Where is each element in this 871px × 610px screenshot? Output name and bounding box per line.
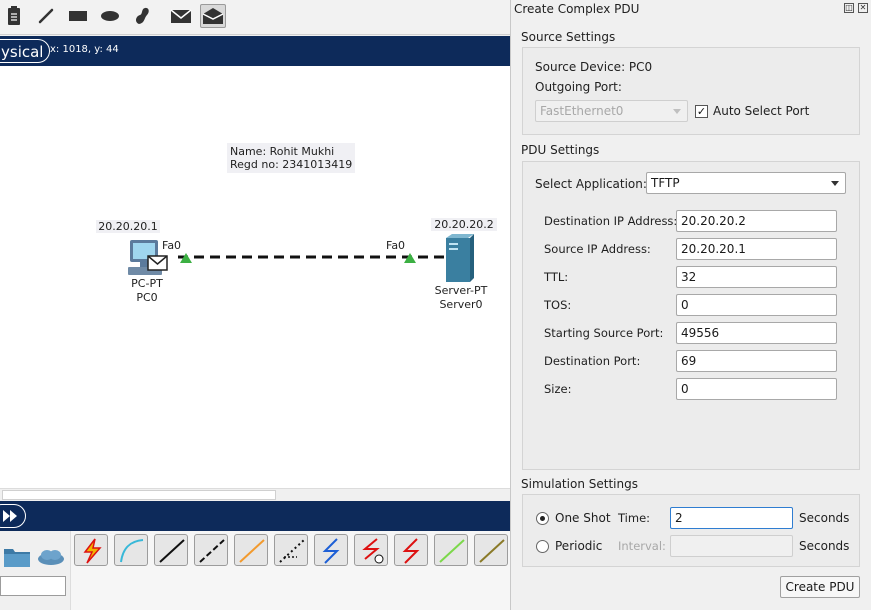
application-select[interactable]: TFTP <box>646 172 846 194</box>
starting-source-port-label: Starting Source Port: <box>544 326 664 340</box>
source-ip-label: Source IP Address: <box>544 242 651 256</box>
coaxial-icon[interactable] <box>314 534 348 566</box>
time-label: Time: <box>618 511 651 525</box>
fast-forward-button[interactable] <box>0 504 26 528</box>
fast-forward-icon <box>3 510 17 522</box>
pdu-settings-title: PDU Settings <box>521 143 600 157</box>
create-pdu-button[interactable]: Create PDU <box>780 576 860 598</box>
select-application-label: Select Application: <box>535 177 647 191</box>
interval-label: Interval: <box>618 539 666 553</box>
simulation-bar <box>0 501 510 531</box>
chevron-down-icon <box>831 181 839 186</box>
interval-input[interactable] <box>670 535 793 557</box>
simple-pdu-icon[interactable] <box>168 4 194 28</box>
rectangle-icon[interactable] <box>65 4 91 28</box>
cloud-icon <box>38 550 64 565</box>
physical-mode-tab[interactable]: ysical <box>0 39 51 63</box>
simulation-settings-title: Simulation Settings <box>521 477 638 491</box>
iot-cable-icon[interactable] <box>474 534 508 566</box>
ellipse-icon[interactable] <box>97 4 123 28</box>
device-category-panel <box>0 531 70 610</box>
auto-select-port-checkbox[interactable]: ✓ <box>695 105 708 118</box>
application-value: TFTP <box>651 176 680 190</box>
outgoing-port-select[interactable]: FastEthernet0 <box>535 100 688 122</box>
source-device-label: Source Device: PC0 <box>535 60 653 74</box>
scrollbar-thumb[interactable] <box>2 490 276 500</box>
one-shot-radio[interactable] <box>536 512 549 525</box>
complex-pdu-icon[interactable] <box>200 4 226 28</box>
network-link <box>178 253 448 263</box>
outgoing-port-label: Outgoing Port: <box>535 80 622 94</box>
size-label: Size: <box>544 382 572 396</box>
fiber-icon[interactable] <box>234 534 268 566</box>
tos-input[interactable]: 0 <box>676 294 837 316</box>
auto-select-port-label: Auto Select Port <box>713 104 810 118</box>
server-port-label: Fa0 <box>386 239 406 252</box>
serial-dce-icon[interactable] <box>354 534 388 566</box>
periodic-label: Periodic <box>555 539 603 553</box>
chevron-down-icon <box>673 109 681 114</box>
freeform-icon[interactable] <box>129 4 155 28</box>
pc-name-label: PC0 <box>136 291 158 304</box>
float-window-icon[interactable]: ◫ <box>844 3 854 13</box>
time-seconds-label: Seconds <box>799 511 850 525</box>
destination-ip-input[interactable]: 20.20.20.2 <box>676 210 837 232</box>
console-cable-icon[interactable] <box>114 534 148 566</box>
cursor-coordinates: x: 1018, y: 44 <box>50 44 119 55</box>
pc-icon <box>128 240 168 275</box>
phone-cable-icon[interactable] <box>274 534 308 566</box>
copper-cross-icon[interactable] <box>194 534 228 566</box>
folder-icon <box>4 549 30 567</box>
source-settings-title: Source Settings <box>521 30 616 44</box>
line-draw-icon[interactable] <box>33 4 59 28</box>
starting-source-port-input[interactable]: 49556 <box>676 322 837 344</box>
destination-ip-label: Destination IP Address: <box>544 214 678 228</box>
octal-cable-icon[interactable] <box>434 534 468 566</box>
pc-type-label: PC-PT <box>131 277 163 290</box>
outgoing-port-value: FastEthernet0 <box>540 104 624 118</box>
server-icon <box>446 234 474 282</box>
note-icon[interactable] <box>1 4 27 28</box>
auto-connect-icon[interactable] <box>74 534 108 566</box>
server-name-label: Server0 <box>439 298 483 311</box>
top-toolbar <box>0 0 510 35</box>
server-type-label: Server-PT <box>434 284 488 297</box>
logical-workspace[interactable]: Name: Rohit Mukhi Regd no: 2341013419 20… <box>0 66 510 488</box>
periodic-radio[interactable] <box>536 540 549 553</box>
close-icon[interactable]: ✕ <box>858 3 868 13</box>
ttl-input[interactable]: 32 <box>676 266 837 288</box>
tos-label: TOS: <box>544 298 572 312</box>
source-ip-input[interactable]: 20.20.20.1 <box>676 238 837 260</box>
interval-seconds-label: Seconds <box>799 539 850 553</box>
destination-port-label: Destination Port: <box>544 354 641 368</box>
pc-device[interactable] <box>126 238 170 278</box>
time-input[interactable]: 2 <box>670 507 793 529</box>
dialog-title: Create Complex PDU <box>514 2 640 16</box>
one-shot-label: One Shot <box>555 511 611 525</box>
ttl-label: TTL: <box>544 270 569 284</box>
copper-straight-icon[interactable] <box>154 534 188 566</box>
destination-port-input[interactable]: 69 <box>676 350 837 372</box>
serial-dte-icon[interactable] <box>394 534 428 566</box>
size-input[interactable]: 0 <box>676 378 837 400</box>
device-search-input[interactable] <box>0 576 66 596</box>
server-device[interactable] <box>444 234 476 284</box>
